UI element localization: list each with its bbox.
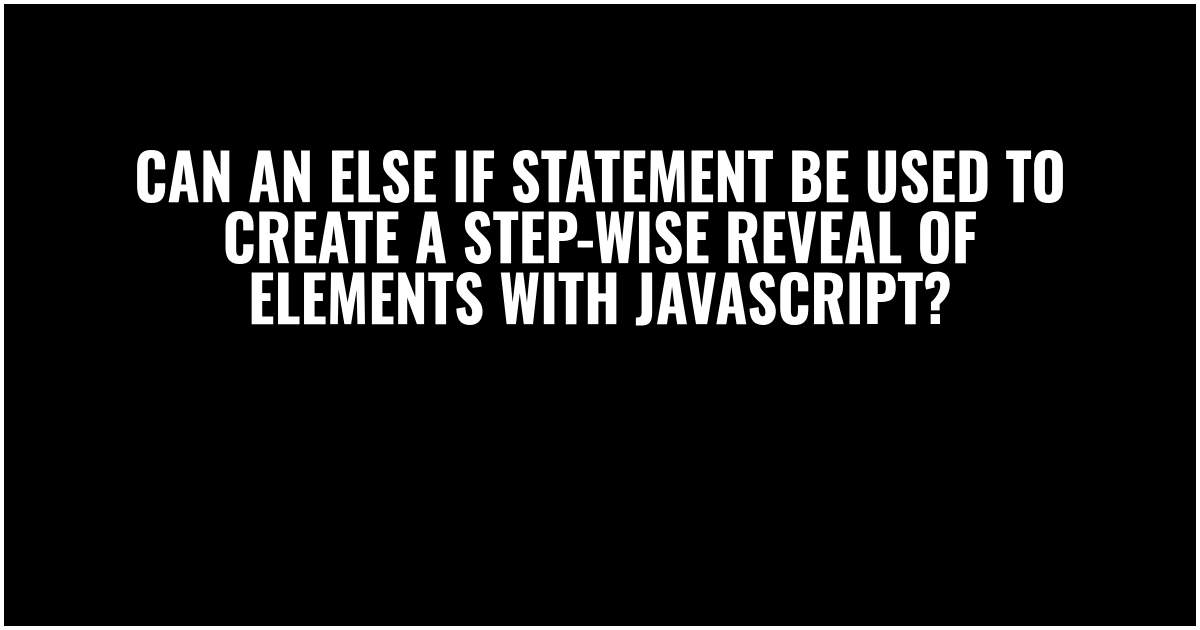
content-frame: Can an else if statement be used to crea… (4, 4, 1196, 626)
headline-text: Can an else if statement be used to crea… (117, 144, 1083, 326)
